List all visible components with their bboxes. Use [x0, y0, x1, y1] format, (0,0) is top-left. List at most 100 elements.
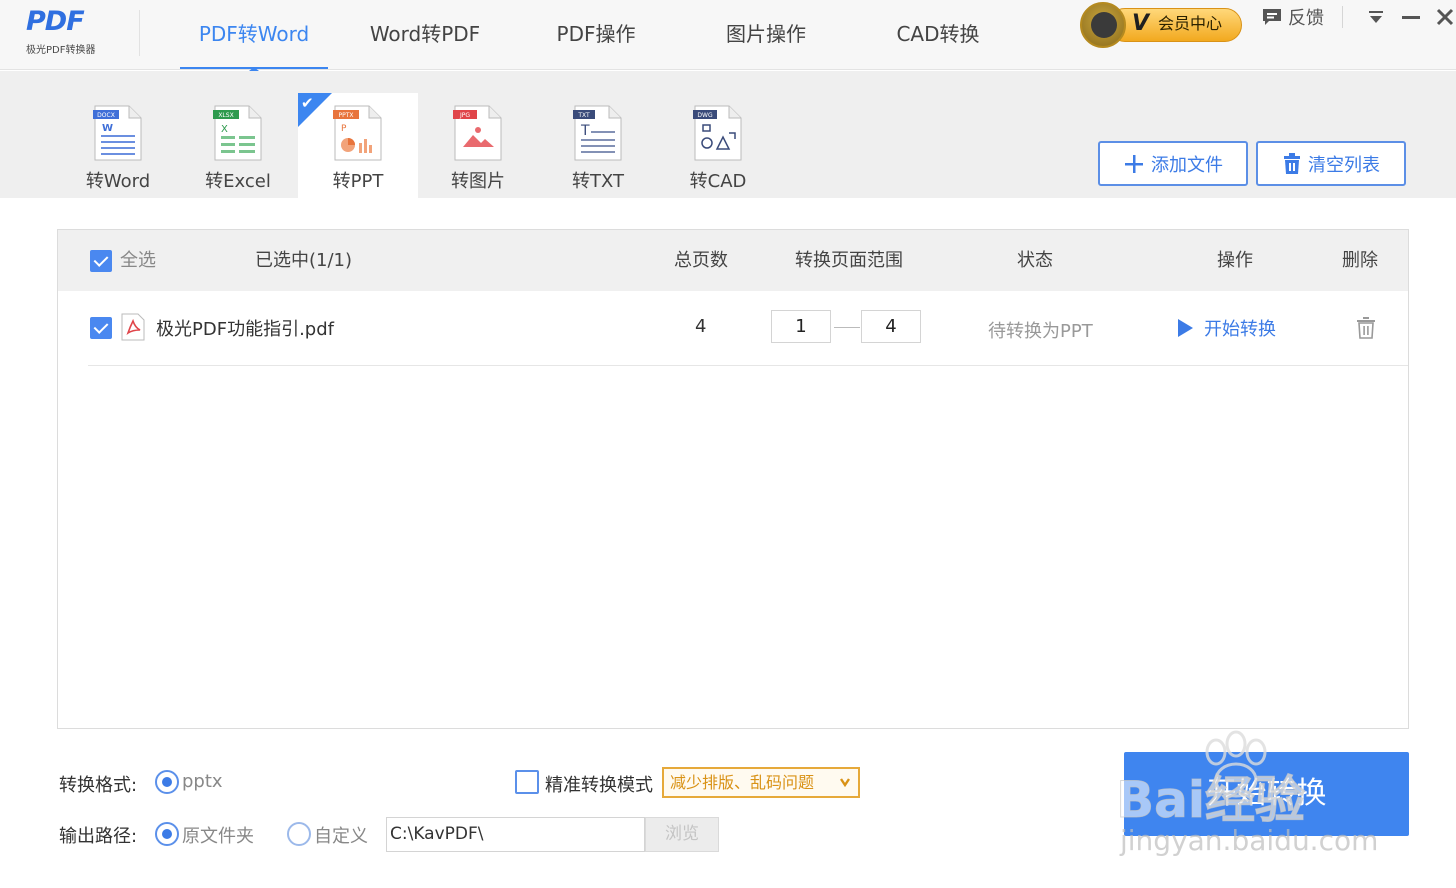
format-pptx-radio[interactable] — [155, 770, 179, 794]
add-file-label: 添加文件 — [1151, 154, 1223, 176]
select-all-checkbox[interactable] — [90, 250, 112, 272]
start-convert-row-button[interactable]: 开始转换 — [1176, 313, 1276, 343]
tool-label: 转Excel — [205, 171, 271, 192]
tool-label: 转Word — [85, 171, 151, 192]
file-name: 极光PDF功能指引.pdf — [156, 319, 334, 340]
svg-text:DOCX: DOCX — [97, 112, 115, 119]
column-header-pages: 总页数 — [674, 250, 728, 271]
format-label: 转换格式: — [59, 775, 138, 796]
select-all-label: 全选 — [120, 250, 156, 271]
menu-icon — [1369, 11, 1383, 23]
tool-label: 转图片 — [451, 171, 505, 192]
play-icon — [1178, 319, 1193, 337]
ppt-doc-icon: PPTX P — [333, 105, 382, 161]
tab-label: CAD转换 — [896, 22, 980, 46]
image-doc-icon: JPG — [453, 105, 502, 161]
page-count: 4 — [695, 316, 707, 337]
tab-image-operations[interactable]: 图片操作 — [700, 0, 832, 70]
start-convert-label: 开始转换 — [1204, 319, 1276, 340]
tab-label: Word转PDF — [369, 22, 481, 46]
output-custom-label: 自定义 — [314, 826, 368, 847]
vip-label: 会员中心 — [1158, 14, 1223, 33]
tab-pdf-to-word[interactable]: PDF转Word — [180, 0, 328, 71]
minimize-button[interactable] — [1398, 4, 1424, 30]
svg-text:X: X — [221, 124, 228, 135]
tab-word-to-pdf[interactable]: Word转PDF — [350, 0, 500, 70]
logo-mark: PDF — [26, 6, 85, 37]
table-header: 全选 已选中(1/1) 总页数 转换页面范围 状态 操作 删除 — [58, 230, 1408, 291]
start-conversion-button[interactable]: 开始转换 — [1124, 752, 1409, 836]
precise-mode-hint[interactable]: 减少排版、乱码问题 — [662, 767, 860, 798]
logo-subtitle: 极光PDF转换器 — [26, 45, 96, 56]
svg-text:JPG: JPG — [459, 112, 470, 119]
tab-cad-conversion[interactable]: CAD转换 — [868, 0, 1008, 70]
file-table: 全选 已选中(1/1) 总页数 转换页面范围 状态 操作 删除 极光PDF功能指… — [57, 229, 1409, 729]
logo-divider — [139, 10, 140, 56]
vip-center-button[interactable]: V 会员中心 — [1080, 2, 1243, 48]
output-original-label: 原文件夹 — [182, 826, 254, 847]
precise-mode-checkbox[interactable] — [515, 770, 539, 794]
output-path-label: 输出路径: — [59, 826, 138, 847]
window-controls-divider — [1342, 6, 1343, 28]
clear-list-label: 清空列表 — [1308, 154, 1380, 176]
range-from-input[interactable]: 1 — [771, 310, 831, 343]
trash-icon — [1284, 152, 1300, 174]
excel-doc-icon: XLSX X — [213, 105, 262, 161]
menu-dropdown-button[interactable] — [1363, 4, 1389, 30]
svg-text:TXT: TXT — [577, 112, 590, 119]
cad-doc-icon: DWG — [693, 105, 742, 161]
minimize-icon — [1402, 16, 1420, 19]
tab-label: 图片操作 — [726, 22, 806, 46]
tab-label: PDF操作 — [556, 22, 636, 46]
vip-badge-icon: V — [1132, 11, 1150, 36]
column-header-status: 状态 — [1017, 250, 1053, 271]
output-path-input[interactable]: C:\KavPDF\ — [386, 817, 645, 852]
tool-to-cad[interactable]: DWG 转CAD — [658, 93, 778, 198]
avatar-image — [1091, 12, 1117, 38]
svg-text:PPTX: PPTX — [338, 112, 353, 119]
title-bar: PDF 极光PDF转换器 PDF转Word Word转PDF PDF操作 图片操… — [0, 0, 1456, 71]
feedback-label: 反馈 — [1288, 8, 1324, 29]
range-to-input[interactable]: 4 — [861, 310, 921, 343]
feedback-icon — [1262, 8, 1282, 26]
svg-text:DWG: DWG — [697, 112, 713, 119]
tab-pdf-operations[interactable]: PDF操作 — [530, 0, 662, 70]
word-doc-icon: DOCX W — [93, 105, 142, 161]
add-file-button[interactable]: 添加文件 — [1098, 141, 1248, 186]
precise-mode-hint-text: 减少排版、乱码问题 — [670, 773, 815, 792]
column-header-operation: 操作 — [1217, 250, 1253, 271]
tool-to-excel[interactable]: XLSX X 转Excel — [178, 93, 298, 198]
avatar[interactable] — [1080, 2, 1126, 48]
row-checkbox[interactable] — [90, 317, 112, 339]
close-button[interactable] — [1432, 4, 1456, 30]
tool-label: 转TXT — [571, 171, 624, 192]
column-header-delete: 删除 — [1342, 250, 1378, 271]
tab-label: PDF转Word — [198, 22, 310, 46]
selected-count: 已选中(1/1) — [255, 250, 353, 271]
plus-icon — [1125, 154, 1143, 173]
output-custom-radio[interactable] — [287, 822, 311, 846]
svg-text:XLSX: XLSX — [218, 112, 233, 119]
table-row: 极光PDF功能指引.pdf 4 1 4 待转换为PPT 开始转换 — [88, 291, 1408, 366]
svg-text:P: P — [341, 124, 347, 134]
tool-to-txt[interactable]: TXT T 转TXT — [538, 93, 658, 198]
tool-label: 转CAD — [689, 171, 747, 192]
clear-list-button[interactable]: 清空列表 — [1256, 141, 1406, 186]
check-icon: ✔ — [301, 94, 314, 112]
txt-doc-icon: TXT T — [573, 105, 622, 161]
precise-mode-label: 精准转换模式 — [545, 775, 653, 796]
close-icon — [1436, 8, 1454, 26]
browse-button[interactable]: 浏览 — [645, 817, 719, 852]
output-original-radio[interactable] — [155, 822, 179, 846]
delete-row-icon[interactable] — [1356, 317, 1376, 339]
svg-text:T: T — [580, 123, 590, 139]
tool-to-word[interactable]: DOCX W 转Word — [58, 93, 178, 198]
chevron-down-icon — [840, 778, 850, 787]
tool-to-ppt[interactable]: ✔ PPTX P 转PPT — [298, 93, 418, 198]
pdf-file-icon — [121, 313, 145, 341]
feedback-button[interactable]: 反馈 — [1262, 4, 1324, 30]
tool-to-image[interactable]: JPG 转图片 — [418, 93, 538, 198]
svg-text:W: W — [102, 123, 113, 134]
app-logo: PDF 极光PDF转换器 — [22, 6, 122, 58]
status-text: 待转换为PPT — [988, 321, 1093, 342]
